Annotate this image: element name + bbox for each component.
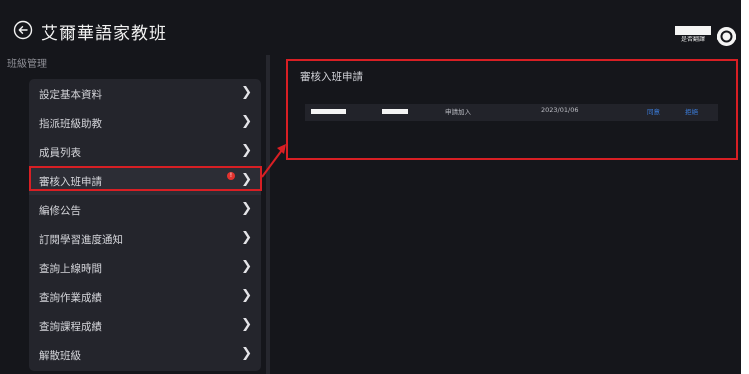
sidebar-item-homework-scores[interactable]: 查詢作業成績 ❯ (29, 282, 261, 311)
back-arrow-icon[interactable] (13, 20, 33, 40)
chevron-right-icon: ❯ (241, 259, 252, 274)
support-agent-icon[interactable] (716, 26, 737, 47)
chevron-right-icon: ❯ (241, 346, 252, 361)
sidebar-item-label: 成員列表 (39, 147, 81, 159)
highlight-annotation-left (29, 166, 262, 191)
sidebar-item-label: 查詢作業成績 (39, 292, 102, 304)
sidebar-item-label: 訂閱學習進度通知 (39, 234, 123, 246)
sidebar-item-basic-info[interactable]: 設定基本資料 ❯ (29, 79, 261, 108)
chevron-right-icon: ❯ (241, 317, 252, 332)
translate-toggle-label: 是否翻譯 (680, 36, 705, 43)
chevron-right-icon: ❯ (241, 201, 252, 216)
chevron-right-icon: ❯ (241, 114, 252, 129)
sidebar-item-label: 指派班級助教 (39, 118, 102, 130)
sidebar-item-label: 編修公告 (39, 205, 81, 217)
chevron-right-icon: ❯ (241, 143, 252, 158)
sidebar-item-label: 查詢課程成績 (39, 321, 102, 333)
app-window: 艾爾華語家教班 是否翻譯 班級管理 設定基本資料 ❯ 指派班級助教 ❯ 成員列表… (0, 0, 741, 374)
sidebar-item-label: 解散班級 (39, 350, 81, 362)
sidebar-item-online-time[interactable]: 查詢上線時間 ❯ (29, 253, 261, 282)
top-bar: 艾爾華語家教班 是否翻譯 (0, 0, 741, 60)
chevron-right-icon: ❯ (241, 85, 252, 100)
highlight-annotation-right (286, 59, 738, 160)
sidebar-item-edit-announcement[interactable]: 編修公告 ❯ (29, 195, 261, 224)
chevron-right-icon: ❯ (241, 230, 252, 245)
page-title: 艾爾華語家教班 (41, 24, 167, 44)
translate-toggle[interactable]: 是否翻譯 (675, 26, 711, 44)
chevron-right-icon: ❯ (241, 288, 252, 303)
panel-divider (266, 55, 270, 374)
sidebar-item-member-list[interactable]: 成員列表 ❯ (29, 137, 261, 166)
sidebar-item-course-scores[interactable]: 查詢課程成績 ❯ (29, 311, 261, 340)
sidebar-item-progress-notify[interactable]: 訂閱學習進度通知 ❯ (29, 224, 261, 253)
sidebar-item-label: 查詢上線時間 (39, 263, 102, 275)
sidebar-item-dissolve-class[interactable]: 解散班級 ❯ (29, 340, 261, 369)
sidebar-item-assign-assistant[interactable]: 指派班級助教 ❯ (29, 108, 261, 137)
sidebar-caption: 班級管理 (7, 59, 47, 70)
translate-toggle-bar (675, 26, 711, 35)
sidebar-item-label: 設定基本資料 (39, 89, 102, 101)
